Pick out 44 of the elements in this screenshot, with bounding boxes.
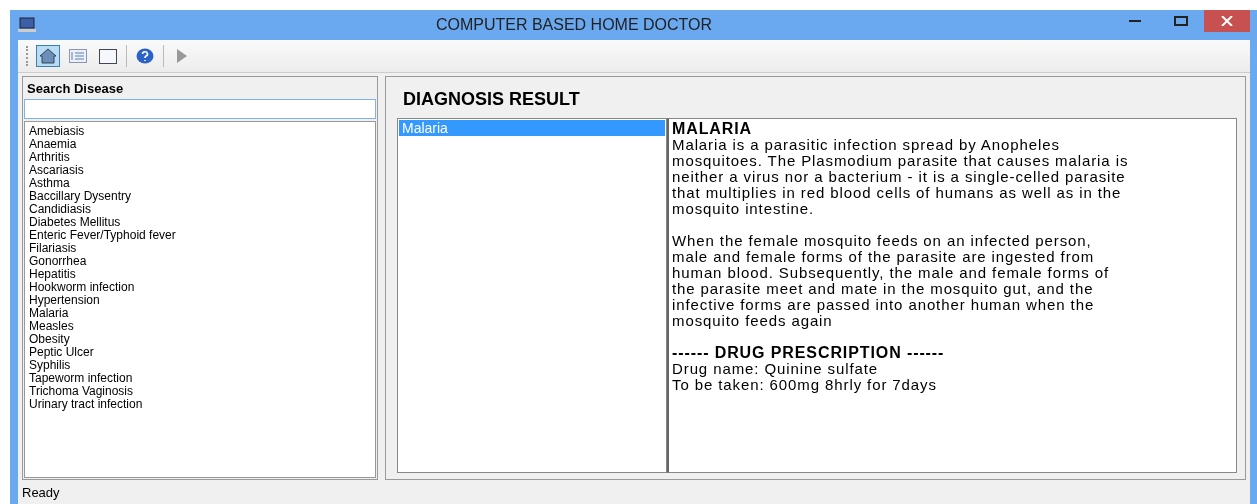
disease-item[interactable]: Syphilis bbox=[29, 359, 71, 372]
result-title: DIAGNOSIS RESULT bbox=[402, 88, 581, 111]
prescription-line: Drug name: Quinine sulfate bbox=[672, 361, 879, 377]
disease-item[interactable]: Tapeworm infection bbox=[29, 372, 133, 385]
list-icon bbox=[69, 49, 87, 63]
toolbar-button[interactable] bbox=[36, 45, 60, 67]
disease-heading: MALARIA bbox=[672, 121, 754, 137]
disease-item[interactable]: Amebiasis bbox=[29, 125, 85, 138]
help-icon bbox=[136, 48, 154, 64]
close-icon bbox=[1221, 16, 1233, 26]
disease-item[interactable]: Diabetes Mellitus bbox=[29, 216, 121, 229]
disease-item[interactable]: Enteric Fever/Typhoid fever bbox=[29, 229, 176, 242]
prescription-heading: ------ DRUG PRESCRIPTION ------ bbox=[672, 345, 946, 361]
status-text: Ready bbox=[22, 484, 60, 500]
disease-item[interactable]: Ascariasis bbox=[29, 164, 84, 177]
disease-item[interactable]: Malaria bbox=[29, 307, 69, 320]
disease-item[interactable]: Anaemia bbox=[29, 138, 77, 151]
minimize-icon bbox=[1129, 19, 1141, 23]
disease-item[interactable]: Candidiasis bbox=[29, 203, 92, 216]
disease-item[interactable]: Hypertension bbox=[29, 294, 100, 307]
disease-item[interactable]: Measles bbox=[29, 320, 74, 333]
disease-item[interactable]: Urinary tract infection bbox=[29, 398, 143, 411]
disease-item[interactable]: Hepatitis bbox=[29, 268, 76, 281]
computer-icon bbox=[18, 17, 36, 33]
disease-item[interactable]: Obesity bbox=[29, 333, 70, 346]
window-icon bbox=[99, 48, 117, 64]
disease-item[interactable]: Baccillary Dysentry bbox=[29, 190, 132, 203]
disease-item[interactable]: Peptic Ulcer bbox=[29, 346, 94, 359]
disease-item[interactable]: Gonorrhea bbox=[29, 255, 87, 268]
window-title: COMPUTER BASED HOME DOCTOR bbox=[434, 16, 714, 34]
disease-item[interactable]: Arthritis bbox=[29, 151, 70, 164]
description-paragraph: Malaria is a parasitic infection spread by Anopheles mosquitoes. The Plasmodium parasite that causes malaria is neither a virus nor a bacterium - it is a single-celled parasite that multiplies in red blood cells of humans as well as in the mosquito intestine. bbox=[672, 137, 1130, 217]
search-title: Search Disease bbox=[26, 80, 125, 98]
description-paragraph: When the female mosquito feeds on an infected person, male and female forms of the parasite are ingested from human blood. Subsequently, the male and female forms of the parasite meet and mate in the mosquito gut, and the infective forms are passed into another human when the mosquito feeds again bbox=[672, 233, 1110, 329]
maximize-icon bbox=[1174, 16, 1188, 26]
disease-item[interactable]: Trichoma Vaginosis bbox=[29, 385, 134, 398]
disease-item[interactable]: Asthma bbox=[29, 177, 70, 190]
search-field[interactable] bbox=[24, 99, 376, 119]
disease-item[interactable]: Hookworm infection bbox=[29, 281, 135, 294]
close-button[interactable] bbox=[1204, 10, 1250, 32]
play-icon bbox=[176, 48, 188, 64]
home-icon bbox=[39, 48, 57, 64]
disease-item[interactable]: Filariasis bbox=[29, 242, 77, 255]
prescription-line: To be taken: 600mg 8hrly for 7days bbox=[672, 377, 938, 393]
